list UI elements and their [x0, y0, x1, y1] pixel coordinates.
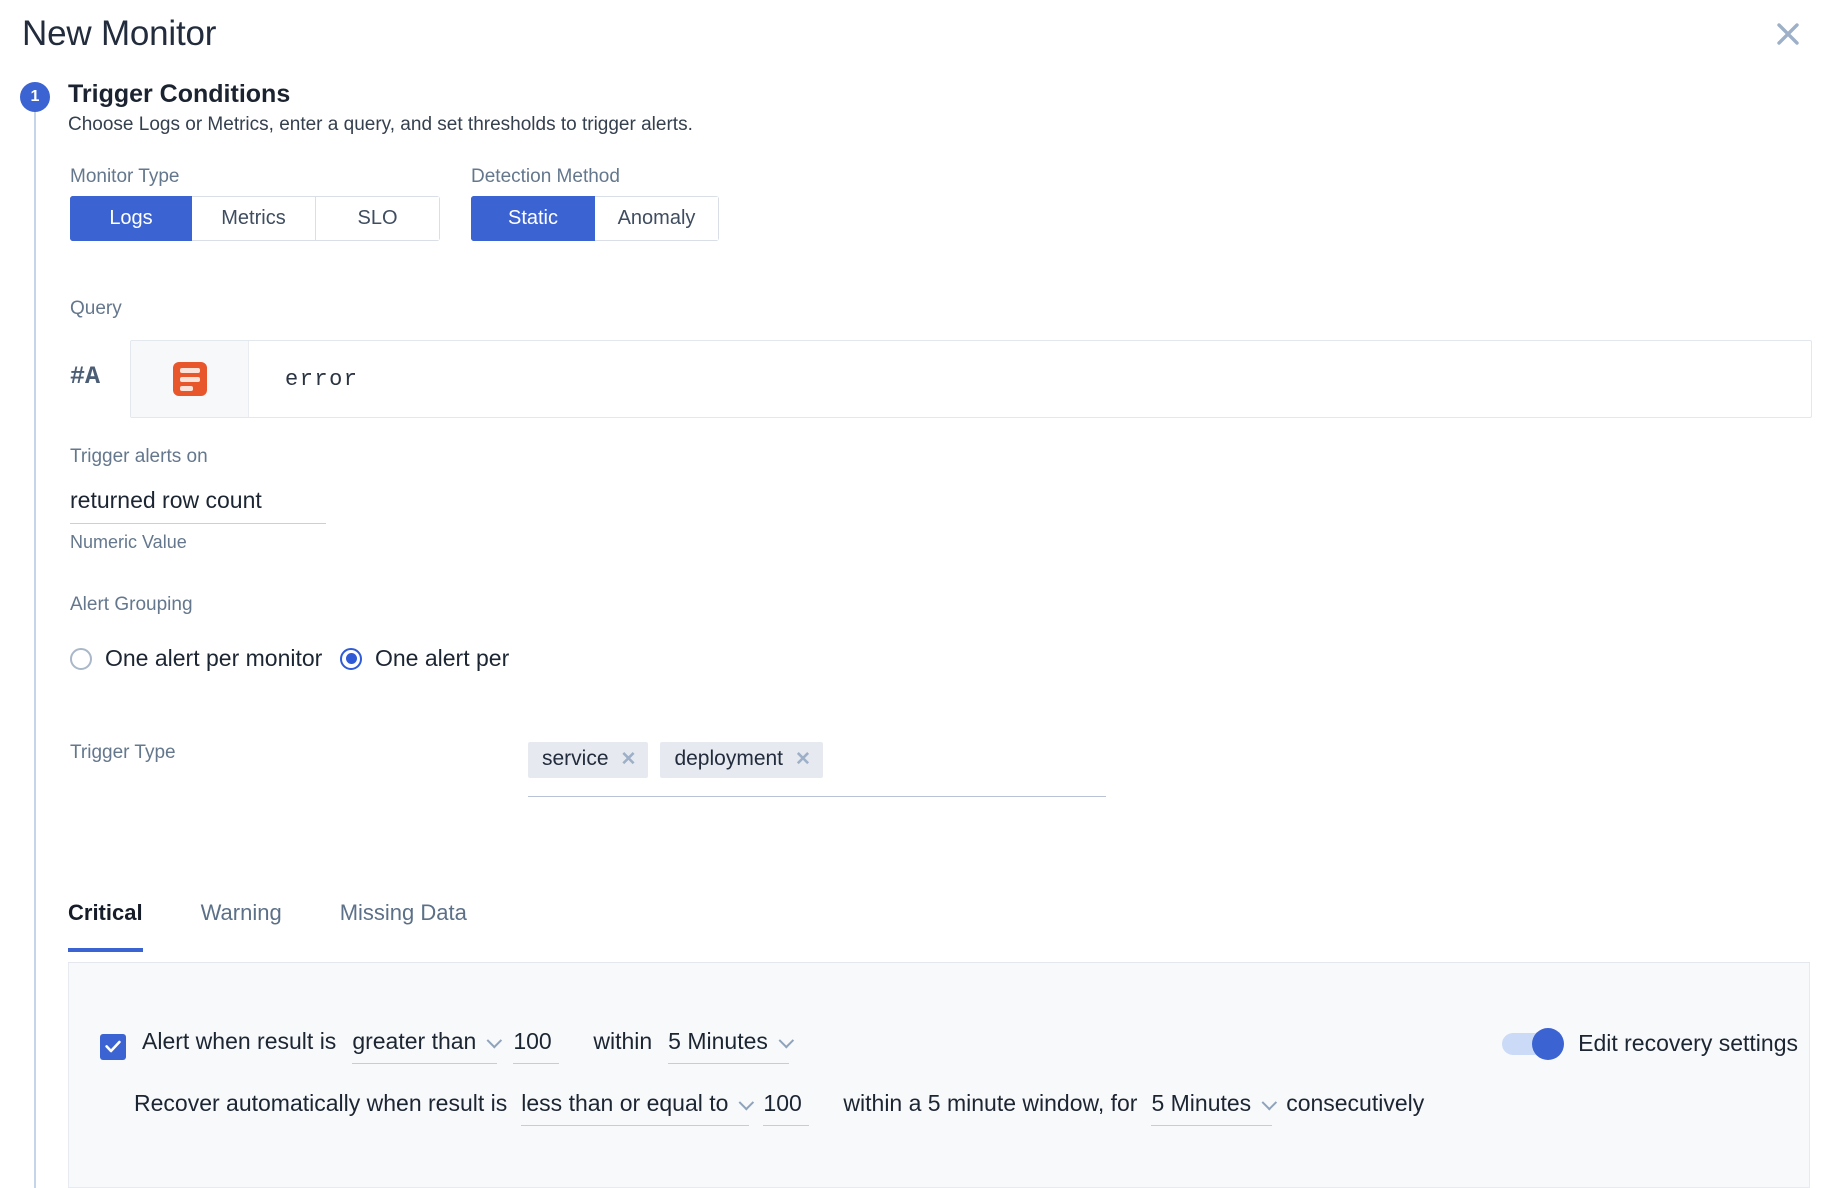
- chevron-down-icon: [739, 1095, 755, 1111]
- radio-label-one-alert-per: One alert per: [375, 645, 509, 672]
- radio-label-one-alert-per-monitor: One alert per monitor: [105, 645, 322, 672]
- recovery-comparator-dropdown[interactable]: less than or equal to: [521, 1090, 749, 1126]
- tab-critical[interactable]: Critical: [68, 900, 143, 952]
- chip-remove-icon[interactable]: ✕: [795, 750, 811, 769]
- alert-condition-row: Alert when result is greater than 100 wi…: [100, 1028, 789, 1064]
- monitor-type-option-logs[interactable]: Logs: [70, 196, 192, 241]
- window-value: 5 Minutes: [668, 1028, 768, 1055]
- chevron-down-icon: [487, 1033, 503, 1049]
- query-input-row: error: [130, 340, 1812, 418]
- query-input[interactable]: error: [249, 341, 1811, 417]
- alert-grouping-option-per[interactable]: One alert per: [340, 645, 509, 672]
- edit-recovery-settings-toggle[interactable]: [1502, 1033, 1562, 1055]
- recovery-duration-value: 5 Minutes: [1151, 1090, 1251, 1117]
- recovery-duration-dropdown[interactable]: 5 Minutes: [1151, 1090, 1272, 1126]
- alert-grouping-chips-field[interactable]: service ✕ deployment ✕: [528, 742, 1106, 797]
- trigger-alerts-on-label: Trigger alerts on: [70, 446, 208, 468]
- recovery-condition-row: Recover automatically when result is les…: [134, 1090, 1424, 1126]
- step-badge: 1: [20, 82, 50, 112]
- within-label: within: [593, 1028, 652, 1055]
- monitor-type-segmented: Logs Metrics SLO: [70, 196, 440, 241]
- trigger-type-tabs: Critical Warning Missing Data: [68, 900, 525, 952]
- detection-method-option-static[interactable]: Static: [471, 196, 595, 241]
- comparator-value: greater than: [352, 1028, 476, 1055]
- recovery-prefix: Recover automatically when result is: [134, 1090, 507, 1117]
- detection-method-option-anomaly[interactable]: Anomaly: [595, 196, 719, 241]
- section-subtitle: Choose Logs or Metrics, enter a query, a…: [68, 114, 693, 136]
- recovery-middle-text: within a 5 minute window, for: [843, 1090, 1137, 1117]
- toggle-knob: [1532, 1028, 1564, 1060]
- radio-one-alert-per[interactable]: [340, 648, 362, 670]
- trigger-alerts-on-input[interactable]: returned row count: [70, 487, 326, 524]
- logs-icon: [173, 362, 207, 396]
- window-dropdown[interactable]: 5 Minutes: [668, 1028, 789, 1064]
- chip-label: deployment: [674, 747, 783, 771]
- tab-warning[interactable]: Warning: [201, 900, 282, 952]
- chevron-down-icon: [1262, 1095, 1278, 1111]
- close-icon[interactable]: [1768, 14, 1808, 54]
- chip-service[interactable]: service ✕: [528, 742, 648, 778]
- numeric-value-helper: Numeric Value: [70, 532, 187, 553]
- query-source-button[interactable]: [131, 341, 249, 417]
- alert-grouping-option-monitor[interactable]: One alert per monitor: [70, 645, 322, 672]
- tab-missing-data[interactable]: Missing Data: [340, 900, 467, 952]
- detection-method-segmented: Static Anomaly: [471, 196, 719, 241]
- radio-one-alert-per-monitor[interactable]: [70, 648, 92, 670]
- detection-method-label: Detection Method: [471, 166, 620, 188]
- monitor-type-option-metrics[interactable]: Metrics: [192, 196, 316, 241]
- comparator-dropdown[interactable]: greater than: [352, 1028, 497, 1064]
- trigger-type-label: Trigger Type: [70, 742, 176, 764]
- recovery-comparator-value: less than or equal to: [521, 1090, 728, 1117]
- edit-recovery-settings-label: Edit recovery settings: [1578, 1030, 1798, 1057]
- section-title: Trigger Conditions: [68, 80, 290, 109]
- page-title: New Monitor: [22, 14, 216, 54]
- alert-condition-checkbox[interactable]: [100, 1034, 126, 1060]
- recovery-threshold-input[interactable]: 100: [763, 1090, 809, 1126]
- query-identifier: #A: [70, 362, 100, 391]
- trigger-conditions-panel: [68, 963, 1810, 1188]
- alert-grouping-label: Alert Grouping: [70, 594, 193, 616]
- threshold-input[interactable]: 100: [513, 1028, 559, 1064]
- monitor-type-label: Monitor Type: [70, 166, 179, 188]
- alert-condition-prefix: Alert when result is: [142, 1028, 336, 1055]
- edit-recovery-settings-row[interactable]: Edit recovery settings: [1502, 1030, 1798, 1057]
- recovery-suffix: consecutively: [1286, 1090, 1424, 1117]
- query-label: Query: [70, 298, 122, 320]
- modal-header: New Monitor: [0, 0, 1830, 76]
- monitor-type-option-slo[interactable]: SLO: [316, 196, 440, 241]
- chip-remove-icon[interactable]: ✕: [621, 750, 637, 769]
- chip-deployment[interactable]: deployment ✕: [660, 742, 823, 778]
- step-connector-line: [34, 112, 36, 1188]
- chip-label: service: [542, 747, 609, 771]
